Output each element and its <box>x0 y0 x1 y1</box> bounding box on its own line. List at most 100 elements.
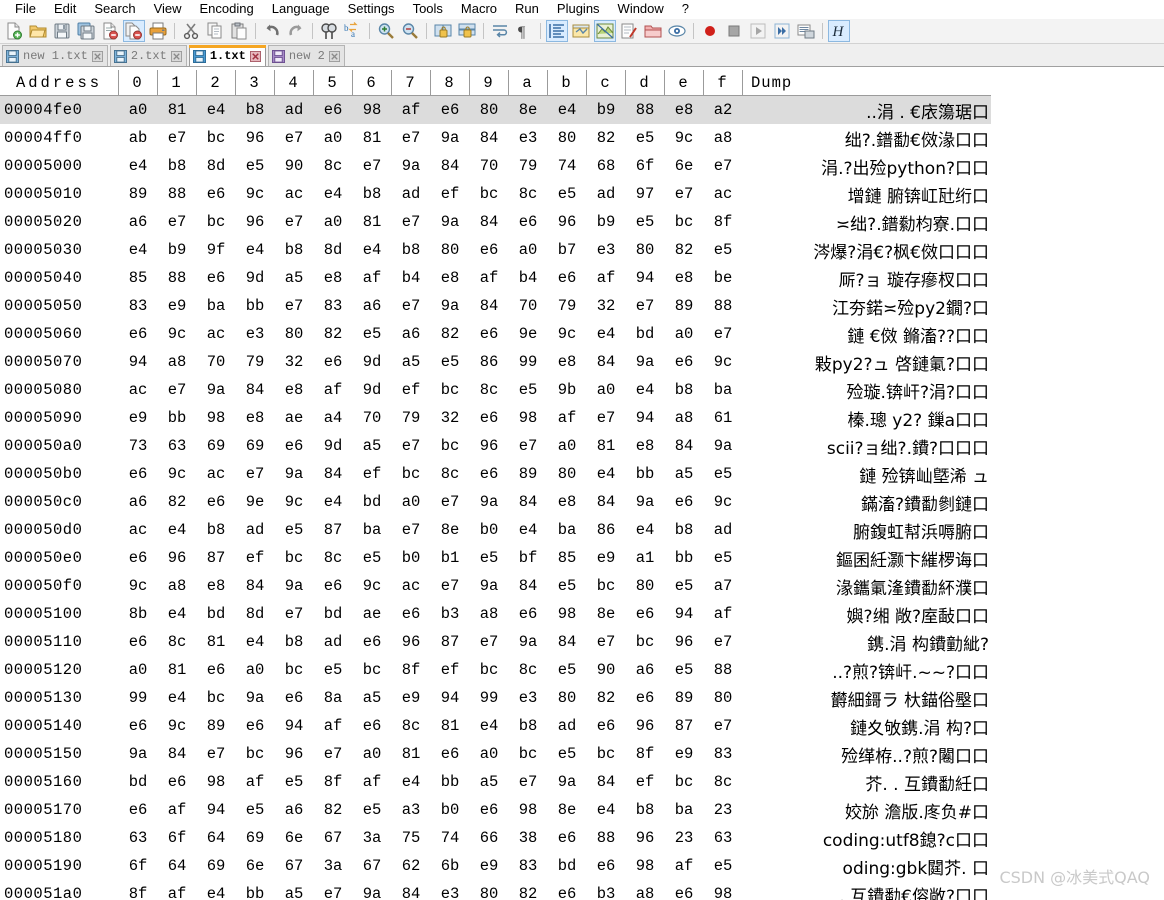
hex-byte-cell[interactable]: ba <box>665 796 704 824</box>
tab-new-1-txt[interactable]: new 1.txt <box>2 45 108 66</box>
hex-byte-cell[interactable]: e3 <box>431 880 470 900</box>
hex-byte-cell[interactable]: 80 <box>431 236 470 264</box>
hex-byte-cell[interactable]: 82 <box>665 236 704 264</box>
hex-byte-cell[interactable]: e5 <box>548 656 587 684</box>
hex-byte-cell[interactable]: 94 <box>665 600 704 628</box>
hex-byte-cell[interactable]: ad <box>236 516 275 544</box>
hex-row[interactable]: 00004fe0 a0 81 e4 b8 ad e6 98 af e6 80 8e e4 b9 88 e8 a2… <box>0 95 991 124</box>
hex-byte-cell[interactable]: 9d <box>314 432 353 460</box>
hex-byte-cell[interactable]: bd <box>548 852 587 880</box>
hex-byte-cell[interactable]: ba <box>548 516 587 544</box>
sync-horizontal-scroll-icon[interactable] <box>456 20 478 42</box>
hex-byte-cell[interactable]: af <box>704 600 743 628</box>
hex-byte-cell[interactable]: e6 <box>197 488 236 516</box>
hex-byte-cell[interactable]: e4 <box>236 628 275 656</box>
hex-byte-cell[interactable]: 8c <box>704 768 743 796</box>
hex-byte-cell[interactable]: 83 <box>119 292 158 320</box>
hex-byte-cell[interactable]: e7 <box>314 740 353 768</box>
zoom-out-icon[interactable] <box>399 20 421 42</box>
hex-byte-cell[interactable]: e5 <box>626 124 665 152</box>
hex-byte-cell[interactable]: 89 <box>509 460 548 488</box>
hex-byte-cell[interactable]: 80 <box>470 880 509 900</box>
hex-byte-cell[interactable]: 90 <box>587 656 626 684</box>
menu-item-file[interactable]: File <box>6 0 45 18</box>
hex-byte-cell[interactable]: e6 <box>665 880 704 900</box>
hex-byte-cell[interactable]: a0 <box>236 656 275 684</box>
hex-byte-cell[interactable]: 96 <box>158 544 197 572</box>
hex-byte-cell[interactable]: 98 <box>197 768 236 796</box>
hex-row[interactable]: 00005020 a6 e7 bc 96 e7 a0 81 e7 9a 84 e6 96 b9 e5 bc 8f… <box>0 208 991 236</box>
hex-byte-cell[interactable]: e5 <box>314 656 353 684</box>
hex-byte-cell[interactable]: 73 <box>119 432 158 460</box>
hex-byte-cell[interactable]: a0 <box>314 208 353 236</box>
hex-byte-cell[interactable]: ac <box>119 376 158 404</box>
redo-icon[interactable] <box>285 20 307 42</box>
hex-byte-cell[interactable]: e6 <box>548 264 587 292</box>
hex-byte-cell[interactable]: 9a <box>548 768 587 796</box>
hex-byte-cell[interactable]: 9a <box>626 488 665 516</box>
hex-byte-cell[interactable]: af <box>353 768 392 796</box>
print-icon[interactable] <box>147 20 169 42</box>
hex-byte-cell[interactable]: e9 <box>392 684 431 712</box>
hex-byte-cell[interactable]: 80 <box>469 95 509 124</box>
hex-byte-cell[interactable]: e6 <box>197 656 236 684</box>
hex-byte-cell[interactable]: 87 <box>431 628 470 656</box>
hex-byte-cell[interactable]: af <box>158 880 197 900</box>
hex-byte-cell[interactable]: bc <box>470 180 509 208</box>
menu-item-language[interactable]: Language <box>263 0 339 18</box>
hex-byte-cell[interactable]: 70 <box>509 292 548 320</box>
hex-byte-cell[interactable]: 9d <box>236 264 275 292</box>
hex-byte-cell[interactable]: 81 <box>157 95 197 124</box>
hex-byte-cell[interactable]: e7 <box>314 880 353 900</box>
hex-byte-cell[interactable]: 81 <box>353 208 392 236</box>
hex-row[interactable]: 000050d0 ac e4 b8 ad e5 87 ba e7 8e b0 e4 ba 86 e4 b8 ad… <box>0 516 991 544</box>
close-icon[interactable] <box>328 50 340 62</box>
hex-byte-cell[interactable]: 80 <box>626 572 665 600</box>
hex-byte-cell[interactable]: e5 <box>275 768 314 796</box>
hex-byte-cell[interactable]: 80 <box>548 460 587 488</box>
hex-row[interactable]: 00005090 e9 bb 98 e8 ae a4 70 79 32 e6 98 af e7 94 a8 61… <box>0 404 991 432</box>
hex-byte-cell[interactable]: 96 <box>626 712 665 740</box>
hex-byte-cell[interactable]: e5 <box>665 656 704 684</box>
hex-byte-cell[interactable]: 9c <box>548 320 587 348</box>
hex-row-dump[interactable]: 嬩?缃 敞?庢敮口口 <box>743 600 992 628</box>
hex-byte-cell[interactable]: e7 <box>431 488 470 516</box>
hex-byte-cell[interactable]: e7 <box>626 292 665 320</box>
hex-byte-cell[interactable]: 82 <box>431 320 470 348</box>
hex-byte-cell[interactable]: e6 <box>470 460 509 488</box>
hex-byte-cell[interactable]: e7 <box>470 628 509 656</box>
hex-byte-cell[interactable]: 8e <box>431 516 470 544</box>
hex-byte-cell[interactable]: e5 <box>665 572 704 600</box>
hex-byte-cell[interactable]: 84 <box>158 740 197 768</box>
hex-row-dump[interactable]: 芥. . 互鐨勫紝口 <box>743 768 992 796</box>
hex-byte-cell[interactable]: 8c <box>470 376 509 404</box>
hex-byte-cell[interactable]: 8c <box>314 152 353 180</box>
hex-byte-cell[interactable]: e8 <box>236 404 275 432</box>
menu-item-view[interactable]: View <box>145 0 191 18</box>
hex-byte-cell[interactable]: e9 <box>119 404 158 432</box>
hex-byte-cell[interactable]: 80 <box>704 684 743 712</box>
hex-byte-cell[interactable]: a6 <box>275 796 314 824</box>
hex-byte-cell[interactable]: a0 <box>470 740 509 768</box>
hex-byte-cell[interactable]: 87 <box>197 544 236 572</box>
hex-byte-cell[interactable]: 81 <box>587 432 626 460</box>
hex-row[interactable]: 00005010 89 88 e6 9c ac e4 b8 ad ef bc 8c e5 ad 97 e7 ac… <box>0 180 991 208</box>
hex-byte-cell[interactable]: 81 <box>431 712 470 740</box>
hex-byte-cell[interactable]: 9e <box>236 488 275 516</box>
hex-byte-cell[interactable]: a6 <box>626 656 665 684</box>
hex-byte-cell[interactable]: bd <box>119 768 158 796</box>
hex-row[interactable]: 00005190 6f 64 69 6e 67 3a 67 62 6b e9 83 bd e6 98 af e5… <box>0 852 991 880</box>
hex-byte-cell[interactable]: e7 <box>158 124 197 152</box>
hex-byte-cell[interactable]: 9b <box>548 376 587 404</box>
hex-row-dump[interactable]: ≍绌?.鐠勬枃寮.口口 <box>743 208 992 236</box>
hex-byte-cell[interactable]: 9c <box>119 572 158 600</box>
hex-byte-cell[interactable]: 9a <box>470 488 509 516</box>
hex-byte-cell[interactable]: 9a <box>119 740 158 768</box>
hex-byte-cell[interactable]: e8 <box>197 572 236 600</box>
hex-byte-cell[interactable]: 88 <box>704 656 743 684</box>
new-file-icon[interactable] <box>3 20 25 42</box>
hex-byte-cell[interactable]: 89 <box>119 180 158 208</box>
hex-row-dump[interactable]: 绌?.鐠勫€傚湪口口 <box>743 124 992 152</box>
hex-byte-cell[interactable]: e6 <box>665 488 704 516</box>
hex-byte-cell[interactable]: ad <box>587 180 626 208</box>
